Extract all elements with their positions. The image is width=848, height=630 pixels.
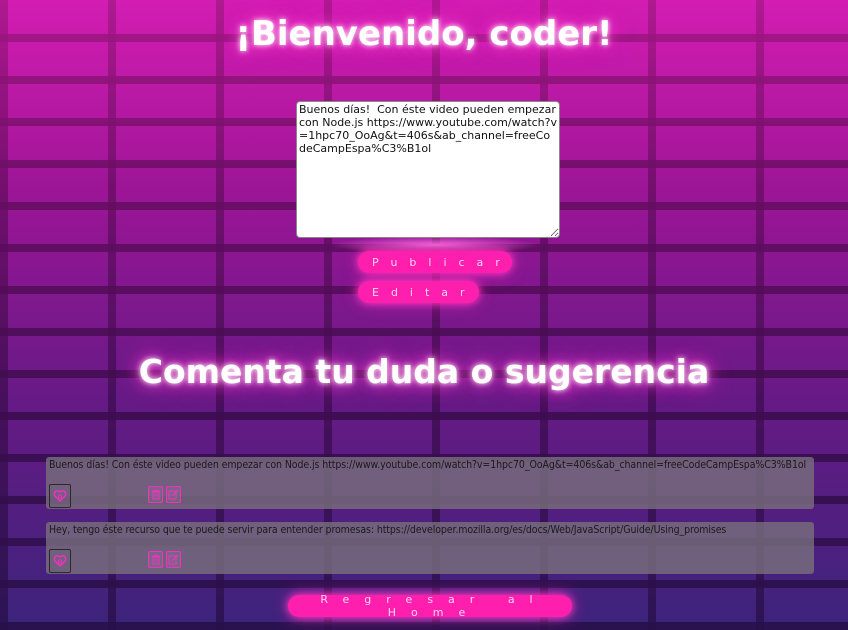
delete-button[interactable] [148, 486, 163, 503]
comment-card: Hey, tengo éste recurso que te puede ser… [46, 522, 814, 574]
home-button[interactable]: Regresar al Home [288, 593, 572, 619]
heart-icon [53, 555, 67, 567]
like-button[interactable] [49, 549, 71, 573]
delete-button[interactable] [148, 551, 163, 568]
edit-comment-button[interactable] [166, 551, 181, 568]
like-button[interactable] [49, 484, 71, 508]
comment-text: Buenos días! Con éste video pueden empez… [49, 459, 807, 471]
pencil-icon [168, 489, 179, 500]
heart-icon [53, 490, 67, 502]
comment-text: Hey, tengo éste recurso que te puede ser… [49, 524, 727, 536]
pencil-icon [168, 554, 179, 565]
trash-icon [151, 489, 160, 500]
trash-icon [151, 554, 160, 565]
publish-button[interactable]: Publicar [358, 251, 512, 273]
comments-heading: Comenta tu duda o sugerencia [138, 352, 710, 391]
edit-comment-button[interactable] [166, 486, 181, 503]
comment-card: Buenos días! Con éste video pueden empez… [46, 457, 814, 509]
page-title: ¡Bienvenido, coder! [235, 14, 613, 54]
post-textarea[interactable]: Buenos días! Con éste video pueden empez… [296, 101, 560, 238]
edit-button[interactable]: Editar [358, 281, 479, 303]
